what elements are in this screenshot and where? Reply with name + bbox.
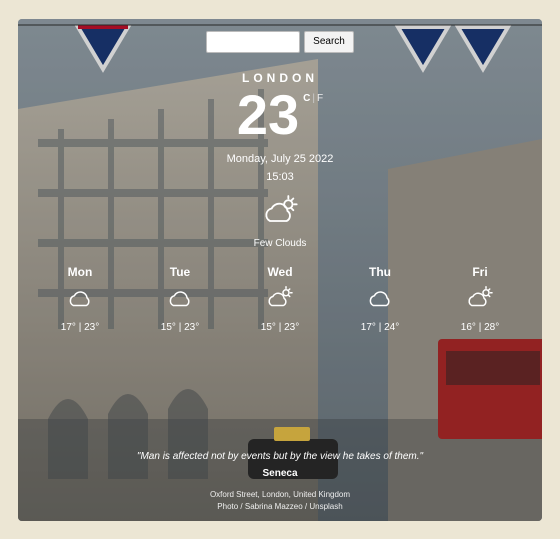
forecast-day: Mon 17° | 23°: [30, 265, 130, 333]
quote-block: "Man is affected not by events but by th…: [117, 451, 443, 513]
weather-card: Search LONDON 23 C|F Monday, July 25 202…: [18, 19, 542, 521]
quote-text: "Man is affected not by events but by th…: [137, 451, 423, 462]
forecast-day-name: Tue: [170, 265, 190, 279]
cloud-sun-icon: [260, 193, 300, 234]
forecast-row: Mon 17° | 23° Tue 15° | 23° Wed 15° | 23° Thu 1…: [28, 265, 532, 333]
forecast-day: Tue 15° | 23°: [130, 265, 230, 333]
forecast-day: Fri 16° | 28°: [430, 265, 530, 333]
current-time: 15:03: [266, 171, 294, 183]
forecast-temps: 15° | 23°: [161, 322, 199, 333]
cloud-sun-icon: [465, 285, 495, 316]
cloud-sun-icon: [265, 285, 295, 316]
forecast-day-name: Wed: [267, 265, 292, 279]
temperature-row: 23 C|F: [237, 87, 323, 143]
search-input[interactable]: [206, 31, 300, 53]
forecast-day: Wed 15° | 23°: [230, 265, 330, 333]
forecast-day: Thu 17° | 24°: [330, 265, 430, 333]
content: Search LONDON 23 C|F Monday, July 25 202…: [18, 19, 542, 521]
forecast-temps: 16° | 28°: [461, 322, 499, 333]
current-date: Monday, July 25 2022: [227, 153, 334, 165]
current-temp: 23: [237, 87, 299, 143]
cloud-icon: [165, 285, 195, 316]
quote-author: Seneca: [137, 468, 423, 479]
cloud-icon: [65, 285, 95, 316]
unit-toggle: C|F: [303, 93, 323, 104]
cloud-icon: [365, 285, 395, 316]
forecast-temps: 17° | 23°: [61, 322, 99, 333]
forecast-day-name: Fri: [472, 265, 487, 279]
unit-f[interactable]: F: [317, 93, 323, 104]
forecast-temps: 15° | 23°: [261, 322, 299, 333]
photo-credits: Oxford Street, London, United Kingdom Ph…: [137, 489, 423, 513]
forecast-day-name: Thu: [369, 265, 391, 279]
weather-description: Few Clouds: [254, 238, 307, 249]
search-bar: Search: [206, 31, 354, 53]
forecast-temps: 17° | 24°: [361, 322, 399, 333]
forecast-day-name: Mon: [68, 265, 93, 279]
photo-location: Oxford Street, London, United Kingdom: [137, 489, 423, 501]
photo-attribution: Photo / Sabrina Mazzeo / Unsplash: [137, 501, 423, 513]
search-button[interactable]: Search: [304, 31, 354, 53]
